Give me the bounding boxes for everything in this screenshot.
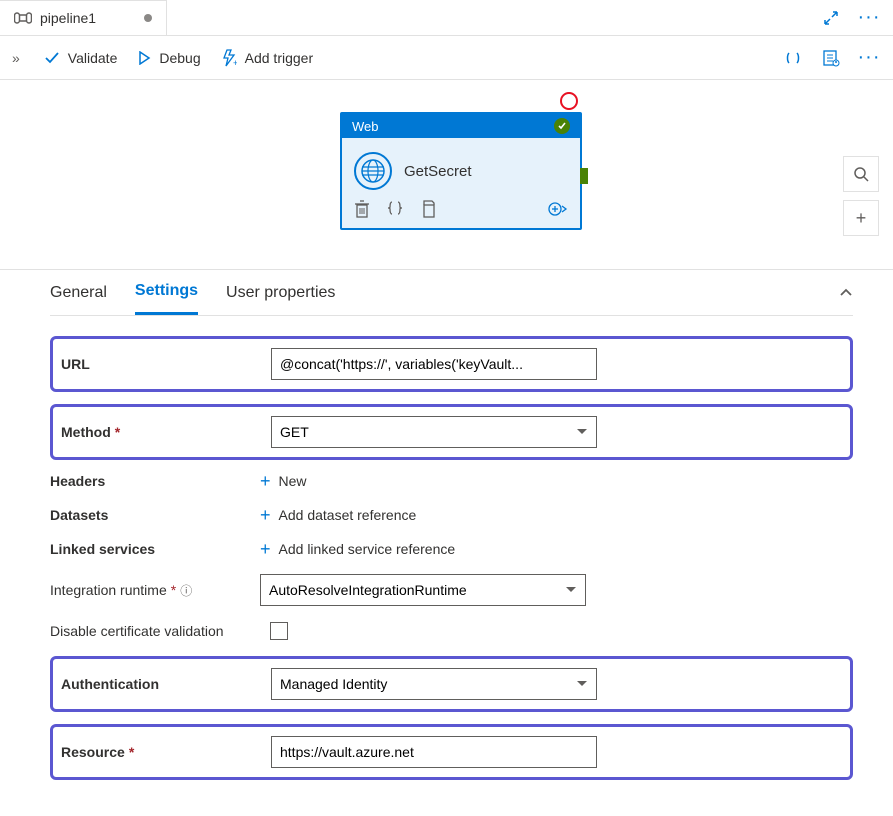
activity-name: GetSecret xyxy=(404,163,472,180)
headers-new-label: New xyxy=(279,473,307,489)
debug-label: Debug xyxy=(159,50,200,66)
cert-checkbox[interactable] xyxy=(270,622,288,640)
expand-sidebar-icon[interactable]: » xyxy=(12,50,20,66)
linked-add-button[interactable]: + Add linked service reference xyxy=(260,540,455,558)
plus-icon: + xyxy=(260,540,271,558)
headers-label: Headers xyxy=(50,473,260,489)
runtime-select[interactable] xyxy=(260,574,586,606)
globe-icon xyxy=(354,152,392,190)
method-select[interactable] xyxy=(271,416,597,448)
headers-row: Headers + New xyxy=(50,472,853,490)
red-circle-annotation xyxy=(560,92,578,110)
pipeline-icon xyxy=(14,11,32,25)
more-icon[interactable]: ··· xyxy=(857,6,881,30)
url-label: URL xyxy=(61,356,271,372)
validate-button[interactable]: Validate xyxy=(44,50,118,66)
tab-user-properties[interactable]: User properties xyxy=(226,272,335,314)
toolbar-more-icon[interactable]: ··· xyxy=(857,46,881,70)
add-trigger-button[interactable]: + Add trigger xyxy=(221,49,313,67)
datasets-label: Datasets xyxy=(50,507,260,523)
braces-icon[interactable] xyxy=(386,200,404,218)
method-row: Method * xyxy=(50,404,853,460)
method-label: Method xyxy=(61,424,111,440)
code-icon[interactable] xyxy=(781,46,805,70)
debug-button[interactable]: Debug xyxy=(137,50,200,66)
required-mark: * xyxy=(171,582,176,598)
activity-type: Web xyxy=(352,119,379,134)
auth-label: Authentication xyxy=(61,676,271,692)
url-input[interactable] xyxy=(271,348,597,380)
delete-icon[interactable] xyxy=(354,200,370,218)
properties-panel: General Settings User properties URL Met… xyxy=(0,270,893,816)
search-canvas-button[interactable] xyxy=(843,156,879,192)
add-output-icon[interactable] xyxy=(548,201,568,217)
required-mark: * xyxy=(129,744,134,760)
url-row: URL xyxy=(50,336,853,392)
auth-select[interactable] xyxy=(271,668,597,700)
cert-label: Disable certificate validation xyxy=(50,623,270,639)
toolbar: » Validate Debug + Add trigger xyxy=(0,36,893,80)
resource-input[interactable] xyxy=(271,736,597,768)
trigger-icon: + xyxy=(221,49,237,67)
resource-label: Resource xyxy=(61,744,125,760)
svg-text:+: + xyxy=(233,58,237,67)
plus-icon: + xyxy=(260,506,271,524)
required-mark: * xyxy=(115,424,120,440)
plus-icon: + xyxy=(260,472,271,490)
activity-header: Web xyxy=(342,114,580,138)
tab-settings[interactable]: Settings xyxy=(135,270,198,315)
tab-general[interactable]: General xyxy=(50,272,107,314)
linked-label: Linked services xyxy=(50,541,260,557)
success-handle[interactable] xyxy=(580,168,588,184)
integration-runtime-row: Integration runtime * ⓘ xyxy=(50,574,853,606)
tab-bar: pipeline1 ··· xyxy=(0,0,893,36)
add-trigger-label: Add trigger xyxy=(245,50,313,66)
datasets-add-label: Add dataset reference xyxy=(279,507,417,523)
play-icon xyxy=(137,51,151,65)
validate-label: Validate xyxy=(68,50,118,66)
copy-icon[interactable] xyxy=(420,200,436,218)
expand-icon[interactable] xyxy=(819,6,843,30)
datasets-row: Datasets + Add dataset reference xyxy=(50,506,853,524)
linked-add-label: Add linked service reference xyxy=(279,541,456,557)
collapse-icon[interactable] xyxy=(839,282,853,303)
pipeline-tab[interactable]: pipeline1 xyxy=(0,0,167,36)
pipeline-canvas[interactable]: Web GetSecret xyxy=(0,80,893,270)
success-icon xyxy=(554,118,570,134)
datasets-add-button[interactable]: + Add dataset reference xyxy=(260,506,416,524)
runtime-label: Integration runtime xyxy=(50,582,167,598)
cert-row: Disable certificate validation xyxy=(50,622,853,640)
properties-icon[interactable] xyxy=(819,46,843,70)
tab-title: pipeline1 xyxy=(40,10,96,26)
authentication-row: Authentication xyxy=(50,656,853,712)
headers-new-button[interactable]: + New xyxy=(260,472,307,490)
activity-node[interactable]: Web GetSecret xyxy=(340,112,582,230)
unsaved-indicator xyxy=(144,14,152,22)
property-tabs: General Settings User properties xyxy=(50,270,853,316)
resource-row: Resource * xyxy=(50,724,853,780)
checkmark-icon xyxy=(44,50,60,66)
linked-services-row: Linked services + Add linked service ref… xyxy=(50,540,853,558)
info-icon[interactable]: ⓘ xyxy=(180,582,192,599)
add-activity-button[interactable]: + xyxy=(843,200,879,236)
